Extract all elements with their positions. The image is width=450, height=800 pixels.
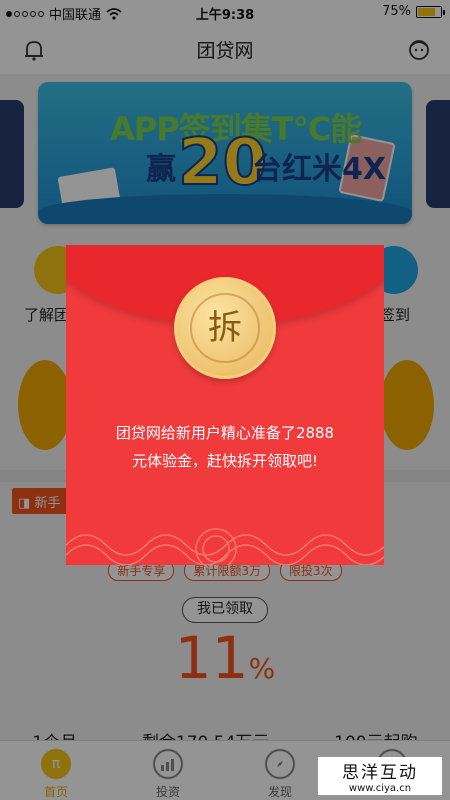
red-envelope-modal: 拆 团贷网给新用户精心准备了2888 元体验金，赶快拆开领取吧!	[66, 245, 384, 565]
open-envelope-button[interactable]: 拆	[174, 277, 276, 379]
watermark: 思洋互动 www.ciya.cn	[318, 757, 442, 795]
watermark-title: 思洋互动	[342, 763, 418, 783]
envelope-message: 团贷网给新用户精心准备了2888 元体验金，赶快拆开领取吧!	[86, 419, 364, 475]
wave-pattern	[66, 528, 384, 565]
watermark-url: www.ciya.cn	[348, 783, 412, 794]
envelope-message-line2: 元体验金，赶快拆开领取吧!	[131, 452, 318, 470]
envelope-message-line1: 团贷网给新用户精心准备了2888	[115, 424, 335, 442]
seal-label: 拆	[190, 293, 260, 363]
